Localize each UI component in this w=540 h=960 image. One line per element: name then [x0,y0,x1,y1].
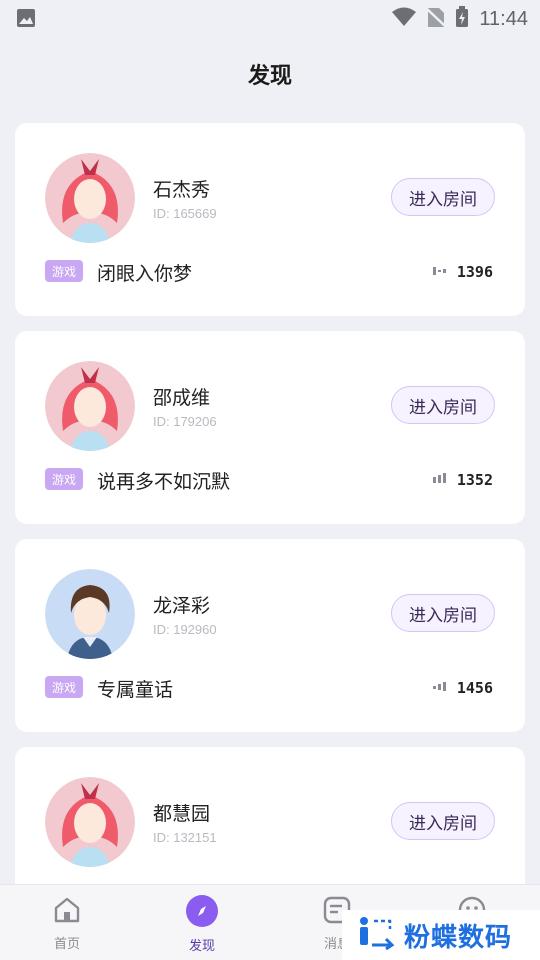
page-title: 发现 [247,64,292,89]
no-sim-icon [426,6,447,32]
enter-room-button[interactable]: 进入房间 [391,386,495,424]
watermark: 粉蝶数码 [342,910,540,960]
battery-charging-icon [455,6,469,32]
home-icon [52,897,82,929]
image-notification-icon [16,8,36,32]
enter-room-button[interactable]: 进入房间 [391,178,495,216]
user-name: 龙泽彩 [153,595,211,617]
signal-icon [432,470,447,489]
user-id: ID: 179206 [153,414,217,429]
enter-room-button[interactable]: 进入房间 [391,802,495,840]
game-tag: 游戏 [45,260,83,282]
nav-item-discover[interactable]: 发现 [162,895,242,954]
room-card[interactable]: 石杰秀 ID: 165669 进入房间 游戏 闭眼入你梦 1396 [15,123,525,316]
user-id: ID: 132151 [153,830,217,845]
status-time: 11:44 [479,7,528,30]
status-bar: 11:44 [0,0,540,36]
enter-room-button[interactable]: 进入房间 [391,594,495,632]
signal-icon [432,678,447,697]
nav-label: 发现 [188,939,215,954]
room-card[interactable]: 龙泽彩 ID: 192960 进入房间 游戏 专属童话 1456 [15,539,525,732]
user-name: 都慧园 [153,803,211,825]
signal-icon [432,262,447,281]
nav-item-home[interactable]: 首页 [27,895,107,952]
room-card[interactable]: 邵成维 ID: 179206 进入房间 游戏 说再多不如沉默 1352 [15,331,525,524]
user-name: 石杰秀 [153,179,211,201]
girl-avatar [45,361,135,451]
wifi-icon [391,7,417,31]
room-title: 说再多不如沉默 [97,471,231,493]
room-title: 专属童话 [97,679,174,701]
girl-avatar [45,153,135,243]
girl-avatar [45,777,135,867]
online-count: 1396 [456,262,493,281]
watermark-logo-icon [356,915,396,955]
user-id: ID: 165669 [153,206,217,221]
compass-icon [186,895,218,931]
user-name: 邵成维 [153,387,211,409]
game-tag: 游戏 [45,676,83,698]
online-count: 1456 [456,678,493,697]
user-id: ID: 192960 [153,622,217,637]
online-count: 1352 [456,470,493,489]
nav-label: 首页 [53,937,80,952]
watermark-text: 粉蝶数码 [404,922,513,953]
room-title: 闭眼入你梦 [97,263,193,285]
game-tag: 游戏 [45,468,83,490]
boy-avatar [45,569,135,659]
